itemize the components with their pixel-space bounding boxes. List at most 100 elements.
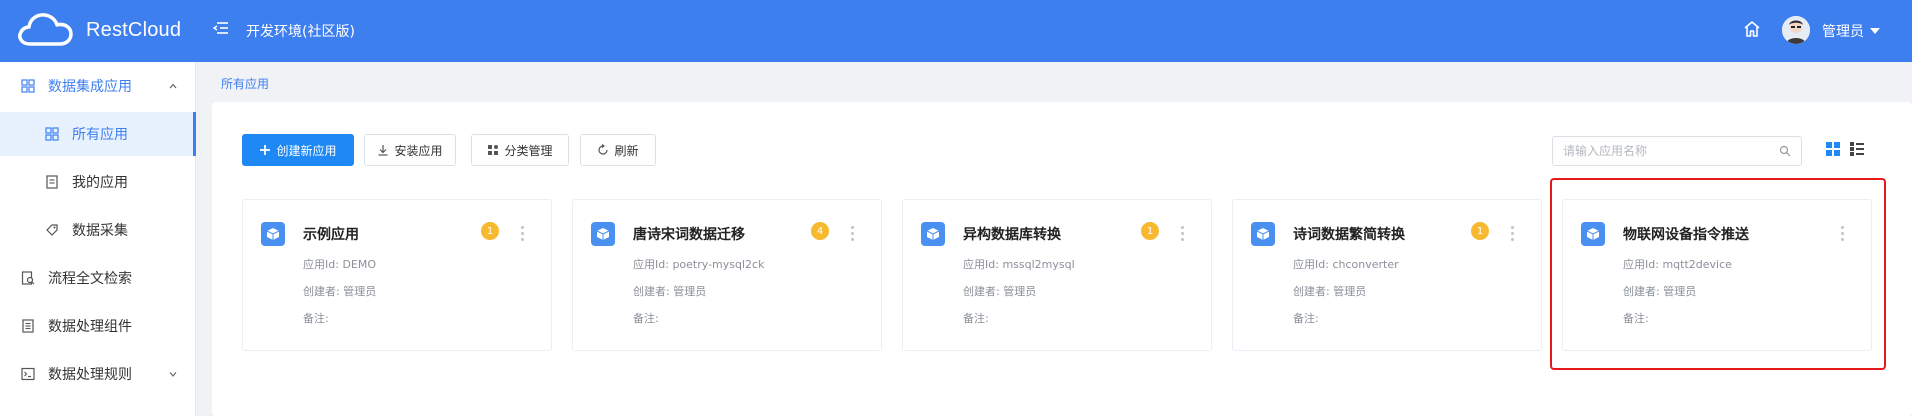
creator-value: 管理员 bbox=[343, 285, 377, 298]
creator-label: 创建者: bbox=[1293, 285, 1330, 298]
app-name[interactable]: 唐诗宋词数据迁移 bbox=[633, 224, 745, 244]
app-id-label: 应用Id: bbox=[963, 258, 999, 271]
list-view-icon[interactable] bbox=[1850, 142, 1864, 156]
sidebar-item-all-apps[interactable]: 所有应用 bbox=[0, 112, 196, 156]
category-manage-button[interactable]: 分类管理 bbox=[471, 134, 569, 166]
app-id-row: 应用Id: poetry-mysql2ck bbox=[633, 256, 764, 272]
note-row: 备注: bbox=[1623, 310, 1649, 326]
refresh-label: 刷新 bbox=[614, 143, 639, 158]
avatar[interactable] bbox=[1782, 16, 1810, 44]
tag-icon bbox=[44, 222, 60, 238]
sidebar-item-my-apps[interactable]: 我的应用 bbox=[0, 160, 196, 204]
creator-value: 管理员 bbox=[1333, 285, 1367, 298]
terminal-icon bbox=[20, 366, 36, 382]
sidebar-item-label: 数据处理规则 bbox=[48, 367, 132, 383]
note-row: 备注: bbox=[963, 310, 989, 326]
grid-icon bbox=[44, 126, 60, 142]
category-manage-label: 分类管理 bbox=[504, 143, 553, 158]
cloud-logo-icon bbox=[18, 13, 73, 46]
creator-label: 创建者: bbox=[633, 285, 670, 298]
more-vertical-icon[interactable] bbox=[1179, 226, 1185, 244]
more-vertical-icon[interactable] bbox=[1509, 226, 1515, 244]
list-doc-icon bbox=[20, 318, 36, 334]
note-label: 备注: bbox=[1293, 312, 1319, 325]
home-icon[interactable] bbox=[1742, 19, 1762, 39]
app-id-value: mqtt2device bbox=[1662, 258, 1732, 271]
note-row: 备注: bbox=[303, 310, 329, 326]
app-id-value: mssql2mysql bbox=[1002, 258, 1075, 271]
app-id-row: 应用Id: chconverter bbox=[1293, 256, 1399, 272]
sidebar-item-data-collection[interactable]: 数据采集 bbox=[0, 208, 196, 252]
app-card[interactable]: 诗词数据繁简转换 1 应用Id: chconverter 创建者: 管理员 备注… bbox=[1232, 199, 1542, 351]
app-card[interactable]: 示例应用 1 应用Id: DEMO 创建者: 管理员 备注: bbox=[242, 199, 552, 351]
app-name[interactable]: 物联网设备指令推送 bbox=[1623, 224, 1749, 244]
more-vertical-icon[interactable] bbox=[849, 226, 855, 244]
search-doc-icon bbox=[20, 270, 36, 286]
create-app-button[interactable]: 创建新应用 bbox=[242, 134, 354, 166]
app-id-value: DEMO bbox=[342, 258, 377, 271]
sidebar-item-process-search[interactable]: 流程全文检索 bbox=[0, 256, 196, 300]
sidebar-item-label: 数据采集 bbox=[72, 223, 128, 239]
environment-title: 开发环境(社区版) bbox=[246, 24, 355, 40]
sidebar-item-data-integration[interactable]: 数据集成应用 bbox=[0, 64, 196, 108]
note-label: 备注: bbox=[303, 312, 329, 325]
app-name[interactable]: 异构数据库转换 bbox=[963, 224, 1061, 244]
cube-icon bbox=[1251, 222, 1275, 246]
creator-label: 创建者: bbox=[303, 285, 340, 298]
top-header: RestCloud 开发环境(社区版) 管理员 bbox=[0, 0, 1912, 62]
app-id-label: 应用Id: bbox=[633, 258, 669, 271]
apps-icon bbox=[487, 144, 499, 156]
create-app-label: 创建新应用 bbox=[276, 143, 337, 158]
note-label: 备注: bbox=[633, 312, 659, 325]
search-icon[interactable] bbox=[1779, 145, 1791, 157]
refresh-button[interactable]: 刷新 bbox=[580, 134, 656, 166]
app-id-row: 应用Id: mqtt2device bbox=[1623, 256, 1732, 272]
app-card[interactable]: 唐诗宋词数据迁移 4 应用Id: poetry-mysql2ck 创建者: 管理… bbox=[572, 199, 882, 351]
creator-value: 管理员 bbox=[673, 285, 707, 298]
user-name: 管理员 bbox=[1822, 24, 1864, 40]
install-app-button[interactable]: 安装应用 bbox=[364, 134, 456, 166]
logo[interactable]: RestCloud bbox=[16, 10, 181, 50]
sidebar: 数据集成应用 所有应用 我的应用 数据采集 流程全文检索 数据处理组件 数据处理… bbox=[0, 62, 196, 416]
app-card[interactable]: 异构数据库转换 1 应用Id: mssql2mysql 创建者: 管理员 备注: bbox=[902, 199, 1212, 351]
chevron-down-icon bbox=[169, 372, 177, 377]
cube-icon bbox=[1581, 222, 1605, 246]
creator-row: 创建者: 管理员 bbox=[303, 283, 376, 299]
app-id-row: 应用Id: DEMO bbox=[303, 256, 376, 272]
sidebar-item-label: 我的应用 bbox=[72, 175, 128, 191]
app-id-value: poetry-mysql2ck bbox=[672, 258, 765, 271]
user-menu[interactable]: 管理员 bbox=[1822, 21, 1880, 41]
app-id-label: 应用Id: bbox=[1293, 258, 1329, 271]
creator-label: 创建者: bbox=[963, 285, 1000, 298]
sidebar-item-processing-components[interactable]: 数据处理组件 bbox=[0, 304, 196, 348]
app-name[interactable]: 诗词数据繁简转换 bbox=[1293, 224, 1405, 244]
creator-row: 创建者: 管理员 bbox=[633, 283, 706, 299]
app-search-box bbox=[1552, 136, 1802, 166]
sidebar-item-label: 数据集成应用 bbox=[48, 79, 132, 95]
creator-label: 创建者: bbox=[1623, 285, 1660, 298]
creator-value: 管理员 bbox=[1663, 285, 1697, 298]
app-name[interactable]: 示例应用 bbox=[303, 224, 359, 244]
menu-collapse-icon[interactable] bbox=[212, 20, 230, 38]
search-input[interactable] bbox=[1553, 137, 1763, 165]
app-id-label: 应用Id: bbox=[1623, 258, 1659, 271]
sidebar-item-processing-rules[interactable]: 数据处理规则 bbox=[0, 352, 196, 396]
document-icon bbox=[44, 174, 60, 190]
sidebar-item-label: 数据处理组件 bbox=[48, 319, 132, 335]
flow-count-badge: 1 bbox=[1141, 222, 1159, 240]
sidebar-item-label: 流程全文检索 bbox=[48, 271, 132, 287]
flow-count-badge: 1 bbox=[481, 222, 499, 240]
app-card[interactable]: 物联网设备指令推送 应用Id: mqtt2device 创建者: 管理员 备注: bbox=[1562, 199, 1872, 351]
sidebar-item-label: 所有应用 bbox=[72, 127, 128, 143]
note-label: 备注: bbox=[963, 312, 989, 325]
cube-icon bbox=[921, 222, 945, 246]
creator-value: 管理员 bbox=[1003, 285, 1037, 298]
creator-row: 创建者: 管理员 bbox=[1293, 283, 1366, 299]
download-icon bbox=[377, 144, 389, 156]
grid-view-icon[interactable] bbox=[1826, 142, 1840, 156]
more-vertical-icon[interactable] bbox=[519, 226, 525, 244]
note-row: 备注: bbox=[633, 310, 659, 326]
more-vertical-icon[interactable] bbox=[1839, 226, 1845, 244]
breadcrumb[interactable]: 所有应用 bbox=[221, 75, 269, 92]
caret-down-icon bbox=[1870, 28, 1880, 34]
